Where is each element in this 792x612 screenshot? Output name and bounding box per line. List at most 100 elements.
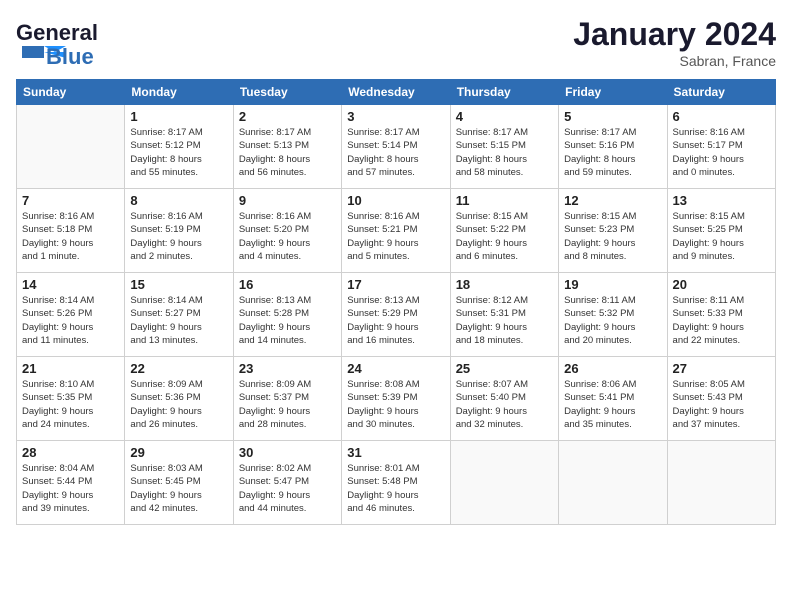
calendar-cell: 21 Sunrise: 8:10 AMSunset: 5:35 PMDayligh… xyxy=(17,357,125,441)
calendar-cell: 18 Sunrise: 8:12 AMSunset: 5:31 PMDayligh… xyxy=(450,273,558,357)
day-number: 24 xyxy=(347,361,444,376)
day-number: 7 xyxy=(22,193,119,208)
logo-svg: General Blue xyxy=(16,16,126,66)
day-info: Sunrise: 8:14 AMSunset: 5:26 PMDaylight:… xyxy=(22,294,119,347)
calendar-cell: 8 Sunrise: 8:16 AMSunset: 5:19 PMDaylight… xyxy=(125,189,233,273)
day-info: Sunrise: 8:11 AMSunset: 5:32 PMDaylight:… xyxy=(564,294,661,347)
calendar-cell: 28 Sunrise: 8:04 AMSunset: 5:44 PMDayligh… xyxy=(17,441,125,525)
day-number: 10 xyxy=(347,193,444,208)
day-info: Sunrise: 8:13 AMSunset: 5:29 PMDaylight:… xyxy=(347,294,444,347)
day-info: Sunrise: 8:01 AMSunset: 5:48 PMDaylight:… xyxy=(347,462,444,515)
day-number: 16 xyxy=(239,277,336,292)
calendar-cell: 6 Sunrise: 8:16 AMSunset: 5:17 PMDaylight… xyxy=(667,105,775,189)
day-info: Sunrise: 8:09 AMSunset: 5:36 PMDaylight:… xyxy=(130,378,227,431)
calendar-cell: 10 Sunrise: 8:16 AMSunset: 5:21 PMDayligh… xyxy=(342,189,450,273)
calendar-cell: 29Sunrise: 8:03 AMSunset: 5:45 PMDayligh… xyxy=(125,441,233,525)
day-info: Sunrise: 8:04 AMSunset: 5:44 PMDaylight:… xyxy=(22,462,119,515)
day-number: 29 xyxy=(130,445,227,460)
calendar-cell xyxy=(667,441,775,525)
day-info: Sunrise: 8:16 AMSunset: 5:21 PMDaylight:… xyxy=(347,210,444,263)
day-info: Sunrise: 8:16 AMSunset: 5:19 PMDaylight:… xyxy=(130,210,227,263)
day-info: Sunrise: 8:15 AMSunset: 5:22 PMDaylight:… xyxy=(456,210,553,263)
col-tuesday: Tuesday xyxy=(233,80,341,105)
day-info: Sunrise: 8:16 AMSunset: 5:20 PMDaylight:… xyxy=(239,210,336,263)
day-info: Sunrise: 8:16 AMSunset: 5:18 PMDaylight:… xyxy=(22,210,119,263)
col-monday: Monday xyxy=(125,80,233,105)
calendar-week-4: 21 Sunrise: 8:10 AMSunset: 5:35 PMDayligh… xyxy=(17,357,776,441)
calendar-cell: 3Sunrise: 8:17 AMSunset: 5:14 PMDaylight… xyxy=(342,105,450,189)
day-number: 28 xyxy=(22,445,119,460)
col-friday: Friday xyxy=(559,80,667,105)
col-saturday: Saturday xyxy=(667,80,775,105)
day-number: 17 xyxy=(347,277,444,292)
calendar-cell: 2 Sunrise: 8:17 AMSunset: 5:13 PMDaylight… xyxy=(233,105,341,189)
day-number: 6 xyxy=(673,109,770,124)
day-number: 2 xyxy=(239,109,336,124)
calendar-cell: 7 Sunrise: 8:16 AMSunset: 5:18 PMDaylight… xyxy=(17,189,125,273)
day-number: 30 xyxy=(239,445,336,460)
calendar-cell: 12 Sunrise: 8:15 AMSunset: 5:23 PMDayligh… xyxy=(559,189,667,273)
calendar-cell: 11 Sunrise: 8:15 AMSunset: 5:22 PMDayligh… xyxy=(450,189,558,273)
calendar: Sunday Monday Tuesday Wednesday Thursday… xyxy=(16,79,776,596)
day-number: 25 xyxy=(456,361,553,376)
calendar-cell: 9 Sunrise: 8:16 AMSunset: 5:20 PMDaylight… xyxy=(233,189,341,273)
calendar-cell: 25 Sunrise: 8:07 AMSunset: 5:40 PMDayligh… xyxy=(450,357,558,441)
day-info: Sunrise: 8:14 AMSunset: 5:27 PMDaylight:… xyxy=(130,294,227,347)
calendar-cell: 31Sunrise: 8:01 AMSunset: 5:48 PMDayligh… xyxy=(342,441,450,525)
calendar-cell: 24 Sunrise: 8:08 AMSunset: 5:39 PMDayligh… xyxy=(342,357,450,441)
day-number: 20 xyxy=(673,277,770,292)
calendar-cell xyxy=(450,441,558,525)
day-number: 21 xyxy=(22,361,119,376)
col-wednesday: Wednesday xyxy=(342,80,450,105)
day-number: 5 xyxy=(564,109,661,124)
calendar-cell xyxy=(559,441,667,525)
svg-text:General: General xyxy=(16,20,98,45)
day-number: 8 xyxy=(130,193,227,208)
calendar-cell: 30 Sunrise: 8:02 AMSunset: 5:47 PMDayligh… xyxy=(233,441,341,525)
day-info: Sunrise: 8:17 AMSunset: 5:12 PMDaylight:… xyxy=(130,126,227,179)
calendar-cell: 17 Sunrise: 8:13 AMSunset: 5:29 PMDayligh… xyxy=(342,273,450,357)
day-info: Sunrise: 8:02 AMSunset: 5:47 PMDaylight:… xyxy=(239,462,336,515)
svg-text:Blue: Blue xyxy=(46,44,94,66)
title-block: January 2024 Sabran, France xyxy=(573,16,776,69)
day-number: 11 xyxy=(456,193,553,208)
day-number: 22 xyxy=(130,361,227,376)
day-info: Sunrise: 8:15 AMSunset: 5:23 PMDaylight:… xyxy=(564,210,661,263)
day-number: 3 xyxy=(347,109,444,124)
col-sunday: Sunday xyxy=(17,80,125,105)
day-info: Sunrise: 8:10 AMSunset: 5:35 PMDaylight:… xyxy=(22,378,119,431)
calendar-cell: 27 Sunrise: 8:05 AMSunset: 5:43 PMDayligh… xyxy=(667,357,775,441)
day-number: 19 xyxy=(564,277,661,292)
day-info: Sunrise: 8:07 AMSunset: 5:40 PMDaylight:… xyxy=(456,378,553,431)
day-info: Sunrise: 8:13 AMSunset: 5:28 PMDaylight:… xyxy=(239,294,336,347)
calendar-cell: 4Sunrise: 8:17 AMSunset: 5:15 PMDaylight… xyxy=(450,105,558,189)
day-number: 27 xyxy=(673,361,770,376)
day-info: Sunrise: 8:08 AMSunset: 5:39 PMDaylight:… xyxy=(347,378,444,431)
day-info: Sunrise: 8:12 AMSunset: 5:31 PMDaylight:… xyxy=(456,294,553,347)
day-info: Sunrise: 8:16 AMSunset: 5:17 PMDaylight:… xyxy=(673,126,770,179)
calendar-cell: 20 Sunrise: 8:11 AMSunset: 5:33 PMDayligh… xyxy=(667,273,775,357)
calendar-cell: 23Sunrise: 8:09 AMSunset: 5:37 PMDayligh… xyxy=(233,357,341,441)
day-info: Sunrise: 8:17 AMSunset: 5:13 PMDaylight:… xyxy=(239,126,336,179)
header-row: Sunday Monday Tuesday Wednesday Thursday… xyxy=(17,80,776,105)
day-number: 18 xyxy=(456,277,553,292)
calendar-cell: 19 Sunrise: 8:11 AMSunset: 5:32 PMDayligh… xyxy=(559,273,667,357)
day-number: 12 xyxy=(564,193,661,208)
day-info: Sunrise: 8:06 AMSunset: 5:41 PMDaylight:… xyxy=(564,378,661,431)
day-info: Sunrise: 8:09 AMSunset: 5:37 PMDaylight:… xyxy=(239,378,336,431)
day-number: 9 xyxy=(239,193,336,208)
day-info: Sunrise: 8:05 AMSunset: 5:43 PMDaylight:… xyxy=(673,378,770,431)
day-info: Sunrise: 8:17 AMSunset: 5:15 PMDaylight:… xyxy=(456,126,553,179)
day-number: 1 xyxy=(130,109,227,124)
calendar-week-5: 28 Sunrise: 8:04 AMSunset: 5:44 PMDayligh… xyxy=(17,441,776,525)
col-thursday: Thursday xyxy=(450,80,558,105)
day-number: 14 xyxy=(22,277,119,292)
calendar-cell: 5Sunrise: 8:17 AMSunset: 5:16 PMDaylight… xyxy=(559,105,667,189)
calendar-cell: 16 Sunrise: 8:13 AMSunset: 5:28 PMDayligh… xyxy=(233,273,341,357)
day-number: 26 xyxy=(564,361,661,376)
day-info: Sunrise: 8:11 AMSunset: 5:33 PMDaylight:… xyxy=(673,294,770,347)
month-title: January 2024 xyxy=(573,16,776,53)
calendar-table: Sunday Monday Tuesday Wednesday Thursday… xyxy=(16,79,776,525)
location-subtitle: Sabran, France xyxy=(573,53,776,69)
calendar-cell: 22 Sunrise: 8:09 AMSunset: 5:36 PMDayligh… xyxy=(125,357,233,441)
